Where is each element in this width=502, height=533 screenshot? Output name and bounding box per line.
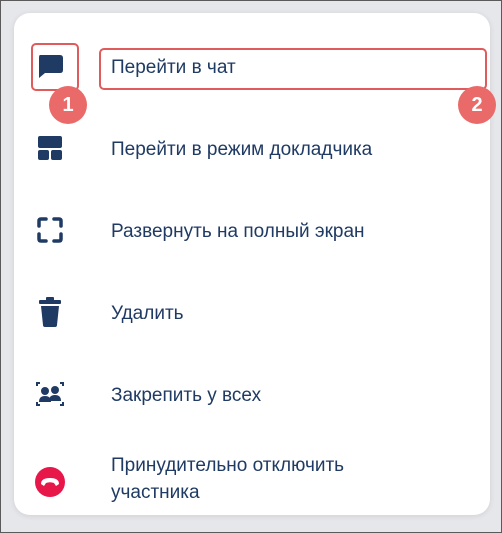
menu-item-label: Развернуть на полный экран [111, 221, 365, 242]
menu-item-label: Перейти в режим докладчика [111, 139, 373, 160]
menu-item-presenter-mode[interactable]: Перейти в режим докладчика [14, 129, 490, 189]
menu-item-pin-for-all[interactable]: Закрепить у всех [14, 375, 490, 435]
menu-item-delete[interactable]: Удалить [14, 293, 490, 353]
menu-item-label: Закрепить у всех [111, 385, 262, 406]
menu-item-force-disconnect[interactable]: Принудительно отключить участника [14, 453, 490, 515]
menu-item-label-line1: Принудительно отключить [111, 455, 345, 476]
menu-item-label-line2: участника [111, 482, 200, 503]
menu-item-label: Перейти в чат [111, 57, 236, 78]
menu-item-label: Удалить [111, 303, 184, 324]
context-menu: Перейти в чат Перейти в режим докладчика [14, 13, 490, 515]
hangup-icon [31, 463, 69, 501]
trash-icon [31, 293, 69, 331]
presenter-icon [31, 129, 69, 167]
menu-item-go-to-chat[interactable]: Перейти в чат [14, 47, 490, 107]
screenshot-frame: Перейти в чат Перейти в режим докладчика [0, 0, 502, 533]
menu-item-fullscreen[interactable]: Развернуть на полный экран [14, 211, 490, 271]
pin-all-icon [31, 375, 69, 413]
fullscreen-icon [31, 211, 69, 249]
chat-icon [31, 47, 69, 85]
